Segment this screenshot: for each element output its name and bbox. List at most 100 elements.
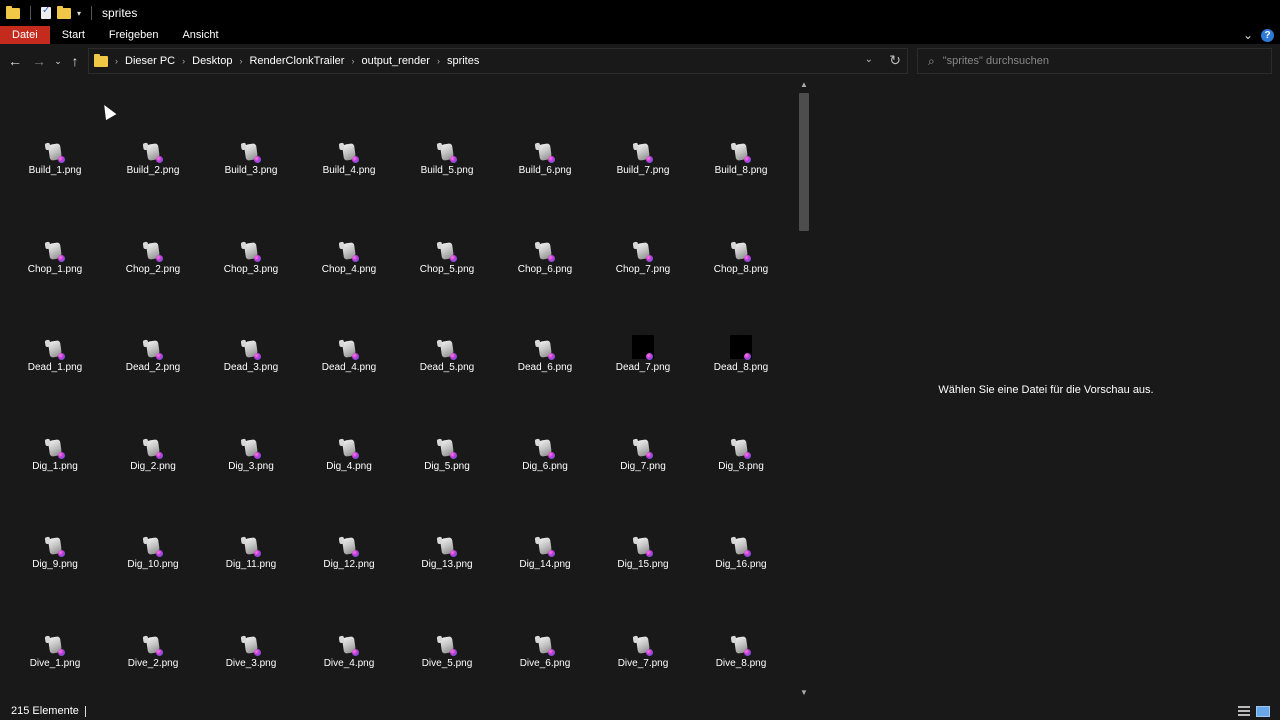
file-item[interactable]: Dig_3.png — [203, 437, 299, 497]
file-item[interactable]: Dig_4.png — [301, 437, 397, 497]
help-icon[interactable]: ? — [1261, 28, 1274, 42]
file-item[interactable]: Dive_5.png — [399, 634, 495, 694]
file-item[interactable]: Dive_3.png — [203, 634, 299, 694]
app-badge-icon — [548, 353, 555, 361]
file-item[interactable]: Build_4.png — [301, 141, 397, 201]
file-item[interactable]: Dive_2.png — [105, 634, 201, 694]
app-badge-icon — [352, 254, 359, 262]
file-item[interactable]: Chop_3.png — [203, 240, 299, 300]
file-item[interactable]: Dig_2.png — [105, 437, 201, 497]
file-name: Dive_8.png — [715, 658, 767, 669]
chevron-right-icon[interactable]: › — [115, 56, 118, 66]
up-button[interactable]: ↑ — [65, 53, 85, 69]
tab-datei[interactable]: Datei — [0, 26, 50, 44]
file-name: Dive_2.png — [127, 658, 179, 669]
breadcrumb-item-dieser-pc[interactable]: Dieser PC — [125, 55, 175, 67]
file-item[interactable]: Dead_6.png — [497, 338, 593, 398]
file-item[interactable]: Chop_1.png — [7, 240, 103, 300]
forward-button[interactable]: → — [27, 53, 51, 69]
file-name: Dig_2.png — [130, 460, 176, 472]
file-item[interactable]: Dive_8.png — [693, 634, 789, 694]
file-item[interactable]: Dead_7.png — [595, 335, 691, 398]
file-item[interactable]: Dig_13.png — [399, 535, 495, 595]
png-thumbnail-icon — [731, 437, 753, 463]
file-item[interactable]: Dig_7.png — [595, 437, 691, 497]
file-item[interactable]: Dive_6.png — [497, 634, 593, 694]
png-thumbnail-icon — [731, 141, 753, 167]
file-name: Dead_7.png — [615, 362, 671, 374]
file-item[interactable]: Dead_5.png — [399, 338, 495, 398]
back-button[interactable]: ← — [3, 53, 27, 69]
file-item[interactable]: Chop_4.png — [301, 240, 397, 300]
file-item[interactable]: Dig_15.png — [595, 535, 691, 595]
large-icons-view-icon[interactable] — [1256, 705, 1270, 717]
app-badge-icon — [58, 550, 65, 558]
file-item[interactable]: Build_3.png — [203, 141, 299, 201]
file-item[interactable]: Dead_1.png — [7, 338, 103, 398]
preview-placeholder-text: Wählen Sie eine Datei für die Vorschau a… — [938, 384, 1154, 396]
breadcrumb-item-renderclonktrailer[interactable]: RenderClonkTrailer — [249, 55, 344, 67]
breadcrumb-item-desktop[interactable]: Desktop — [192, 55, 232, 67]
file-item[interactable]: Dig_6.png — [497, 437, 593, 497]
file-item[interactable]: Build_1.png — [7, 141, 103, 201]
tab-freigeben[interactable]: Freigeben — [97, 26, 171, 44]
item-count: 215 Elemente — [11, 705, 79, 717]
file-item[interactable]: Dead_8.png — [693, 335, 789, 398]
properties-icon[interactable] — [41, 5, 51, 19]
file-item[interactable]: Dig_8.png — [693, 437, 789, 497]
file-item[interactable]: Dig_12.png — [301, 535, 397, 595]
file-item[interactable]: Dig_9.png — [7, 535, 103, 595]
address-history-dropdown-icon[interactable]: ⌄ — [865, 54, 873, 65]
file-item[interactable]: Dead_4.png — [301, 338, 397, 398]
search-input[interactable] — [942, 55, 1243, 67]
breadcrumb-item-output-render[interactable]: output_render — [361, 55, 430, 67]
file-item[interactable]: Chop_7.png — [595, 240, 691, 300]
file-item[interactable]: Chop_5.png — [399, 240, 495, 300]
file-item[interactable]: Dig_1.png — [7, 437, 103, 497]
file-name: Dig_14.png — [519, 559, 571, 571]
file-item[interactable]: Chop_2.png — [105, 240, 201, 300]
scrollbar-thumb[interactable] — [799, 93, 809, 231]
file-item[interactable]: Dead_3.png — [203, 338, 299, 398]
details-view-icon[interactable] — [1238, 705, 1250, 716]
file-item[interactable]: Dig_11.png — [203, 535, 299, 595]
chevron-right-icon[interactable]: › — [239, 56, 242, 66]
expand-ribbon-icon[interactable]: ⌄ — [1243, 28, 1253, 42]
file-item[interactable]: Build_7.png — [595, 141, 691, 201]
breadcrumb-item-sprites[interactable]: sprites — [447, 55, 479, 67]
new-folder-icon[interactable] — [57, 5, 71, 19]
customize-toolbar-icon[interactable]: ▾ — [77, 9, 81, 18]
tab-ansicht[interactable]: Ansicht — [170, 26, 230, 44]
address-bar[interactable]: › Dieser PC › Desktop › RenderClonkTrail… — [88, 48, 908, 74]
search-box[interactable]: ⌕ — [917, 48, 1272, 74]
file-item[interactable]: Build_6.png — [497, 141, 593, 201]
chevron-right-icon[interactable]: › — [182, 56, 185, 66]
file-item[interactable]: Dead_2.png — [105, 338, 201, 398]
tab-start[interactable]: Start — [50, 26, 97, 44]
png-thumbnail-icon — [535, 240, 557, 266]
chevron-right-icon[interactable]: › — [437, 56, 440, 66]
recent-locations-button[interactable]: ⌄ — [51, 56, 65, 67]
file-item[interactable]: Build_8.png — [693, 141, 789, 201]
file-item[interactable]: Chop_6.png — [497, 240, 593, 300]
file-name: Build_2.png — [126, 165, 180, 176]
file-item[interactable]: Dig_5.png — [399, 437, 495, 497]
file-item[interactable]: Dig_14.png — [497, 535, 593, 595]
file-item[interactable]: Dive_1.png — [7, 634, 103, 694]
file-item[interactable]: Build_2.png — [105, 141, 201, 201]
png-thumbnail-icon — [45, 437, 67, 463]
png-thumbnail-icon — [241, 240, 263, 266]
scroll-down-icon[interactable]: ▼ — [800, 688, 808, 697]
scroll-up-icon[interactable]: ▲ — [800, 80, 808, 89]
refresh-icon[interactable]: ↻ — [889, 52, 901, 69]
file-name: Chop_7.png — [615, 263, 671, 275]
file-item[interactable]: Chop_8.png — [693, 240, 789, 300]
file-item[interactable]: Dig_10.png — [105, 535, 201, 595]
file-item[interactable]: Dive_4.png — [301, 634, 397, 694]
file-item[interactable]: Dive_7.png — [595, 634, 691, 694]
file-item[interactable]: Build_5.png — [399, 141, 495, 201]
file-item[interactable]: Dig_16.png — [693, 535, 789, 595]
chevron-right-icon[interactable]: › — [351, 56, 354, 66]
vertical-scrollbar[interactable]: ▲ ▼ — [796, 78, 812, 700]
png-thumbnail-icon — [143, 535, 165, 561]
